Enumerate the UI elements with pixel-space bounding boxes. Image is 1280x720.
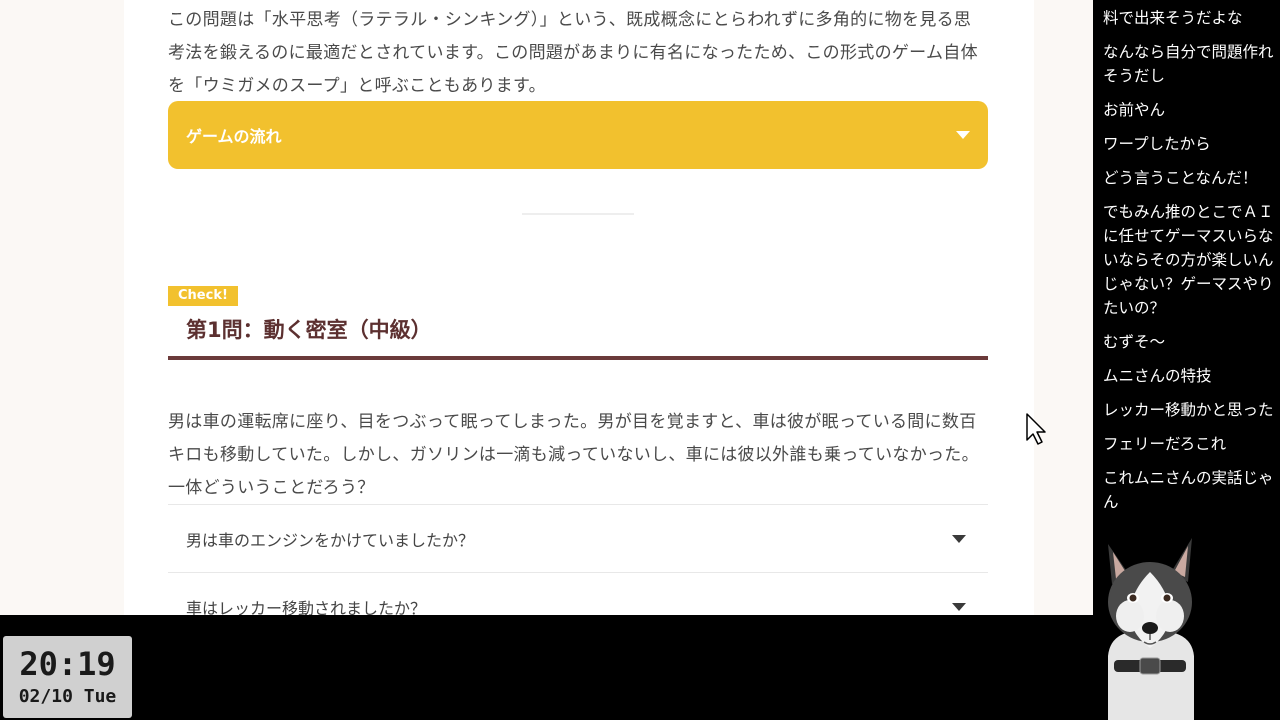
qa-item-engine[interactable]: 男は車のエンジンをかけていましたか？ [168,504,988,572]
clock-date: 02/10 Tue [18,686,117,707]
husky-avatar-icon [1108,538,1194,720]
clock-widget: 20:19 02/10 Tue [3,636,132,718]
chat-message: お前やん [1103,101,1166,119]
clock-time: 20:19 [19,645,116,683]
check-badge: Check! [168,286,238,306]
chat-message: これムニさんの実話じゃん [1103,469,1274,511]
chat-message: ワープしたから [1103,135,1211,153]
chat-message: ムニさんの特技 [1103,367,1212,385]
article-content: この問題は「水平思考（ラテラル・シンキング）」という、既成概念にとらわれずに多角… [124,0,1034,615]
chat-message: どう言うことなんだ！ [1103,169,1258,187]
qa-question: 男は車のエンジンをかけていましたか？ [186,530,475,550]
chat-message: なんなら自分で問題作れそうだし [1103,43,1274,85]
game-flow-accordion[interactable]: ゲームの流れ [168,101,988,169]
chat-list: 料で出来そうだよな なんなら自分で問題作れそうだし お前やん ワープしたから ど… [1093,6,1280,524]
chevron-down-icon [952,602,966,611]
chat-message: でもみん推のとこでＡＩに任せてゲーマスいらないならその方が楽しいんじゃない？ゲー… [1103,203,1274,317]
question-paragraph: 男は車の運転席に座り、目をつぶって眠ってしまった。男が目を覚ますと、車は彼が眠っ… [168,412,979,498]
chat-message: むずそ〜 [1103,333,1166,351]
mouse-cursor-icon [1026,413,1046,445]
chevron-down-icon [956,131,970,139]
intro-paragraph: この問題は「水平思考（ラテラル・シンキング）」という、既成概念にとらわれずに多角… [168,10,978,96]
qa-item-tow[interactable]: 車はレッカー移動されましたか？ [168,572,988,615]
section-title: 第1問：動く密室（中級） [168,312,988,360]
qa-question: 車はレッカー移動されましたか？ [186,598,427,616]
accordion-label: ゲームの流れ [186,127,282,146]
web-page: この問題は「水平思考（ラテラル・シンキング）」という、既成概念にとらわれずに多角… [0,0,1093,615]
section-divider [522,213,634,215]
chat-message: 料で出来そうだよな [1103,9,1243,27]
chevron-down-icon [952,534,966,543]
chat-message: レッカー移動かと思った [1103,401,1274,419]
chat-message: フェリーだろこれ [1103,435,1227,453]
